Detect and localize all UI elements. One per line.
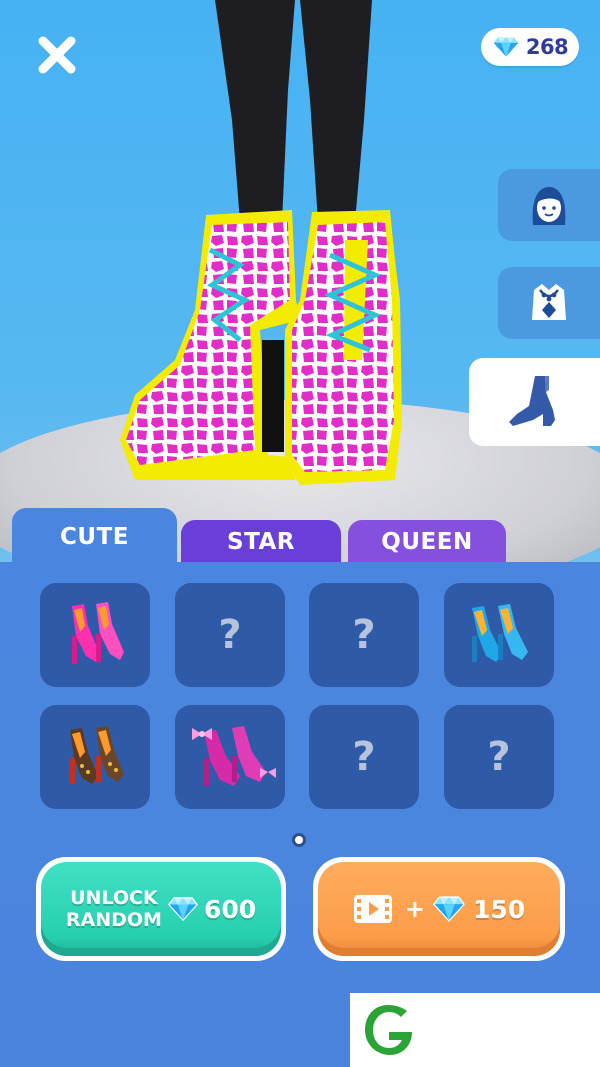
watch-ad-reward-button[interactable]: + 150 bbox=[313, 857, 565, 961]
gem-counter: 268 bbox=[481, 28, 579, 66]
video-ad-icon bbox=[353, 895, 392, 923]
high-heel-icon bbox=[508, 376, 555, 426]
left-leg bbox=[215, 0, 295, 222]
category-hair-button[interactable] bbox=[498, 169, 600, 241]
locked-label: ? bbox=[352, 734, 376, 780]
unlock-label-line2: RANDOM bbox=[65, 909, 162, 931]
shoe-item-locked[interactable]: ? bbox=[444, 705, 554, 809]
unlock-label-line1: UNLOCK bbox=[70, 887, 158, 909]
diamond-icon bbox=[168, 897, 198, 921]
watermark-area bbox=[350, 993, 600, 1067]
pink-heels-icon bbox=[72, 602, 124, 664]
right-boot bbox=[285, 210, 402, 485]
unlock-random-label: UNLOCK RANDOM bbox=[66, 887, 162, 931]
right-leg bbox=[300, 0, 372, 222]
diamond-icon bbox=[492, 36, 520, 58]
locked-label: ? bbox=[352, 612, 376, 658]
shoe-item-blue-peep-toe-heels[interactable] bbox=[444, 583, 554, 687]
tab-cute[interactable]: CUTE bbox=[12, 508, 177, 566]
unlock-price: 600 bbox=[203, 894, 257, 924]
page-indicator-dot bbox=[292, 833, 306, 847]
brown-studded-heels-icon bbox=[70, 726, 124, 784]
plus-sign: + bbox=[404, 895, 425, 923]
logo-icon bbox=[365, 1005, 412, 1055]
shoe-item-pink-heels[interactable] bbox=[40, 583, 150, 687]
diamond-icon bbox=[433, 896, 465, 922]
shoe-item-studded-brown-heels[interactable] bbox=[40, 705, 150, 809]
shoe-item-magenta-bow-heels[interactable] bbox=[175, 705, 285, 809]
blue-heels-icon bbox=[472, 604, 528, 662]
close-icon bbox=[38, 36, 76, 74]
tab-queen[interactable]: QUEEN bbox=[348, 520, 506, 564]
locked-label: ? bbox=[218, 612, 242, 658]
gem-count: 268 bbox=[525, 35, 569, 59]
category-outfit-button[interactable] bbox=[498, 267, 600, 339]
top-outfit-icon bbox=[532, 284, 566, 320]
ad-reward-amount: 150 bbox=[472, 894, 526, 924]
category-shoes-button[interactable] bbox=[469, 358, 600, 446]
tab-star[interactable]: STAR bbox=[181, 520, 341, 564]
left-boot bbox=[120, 210, 300, 480]
shoe-item-locked[interactable]: ? bbox=[309, 583, 419, 687]
shoe-item-locked[interactable]: ? bbox=[175, 583, 285, 687]
face-hair-icon bbox=[532, 187, 566, 225]
close-button[interactable] bbox=[34, 32, 80, 78]
shoe-item-locked[interactable]: ? bbox=[309, 705, 419, 809]
locked-label: ? bbox=[487, 734, 511, 780]
unlock-random-button[interactable]: UNLOCK RANDOM 600 bbox=[36, 857, 286, 961]
magenta-bow-heels-icon bbox=[192, 726, 276, 786]
